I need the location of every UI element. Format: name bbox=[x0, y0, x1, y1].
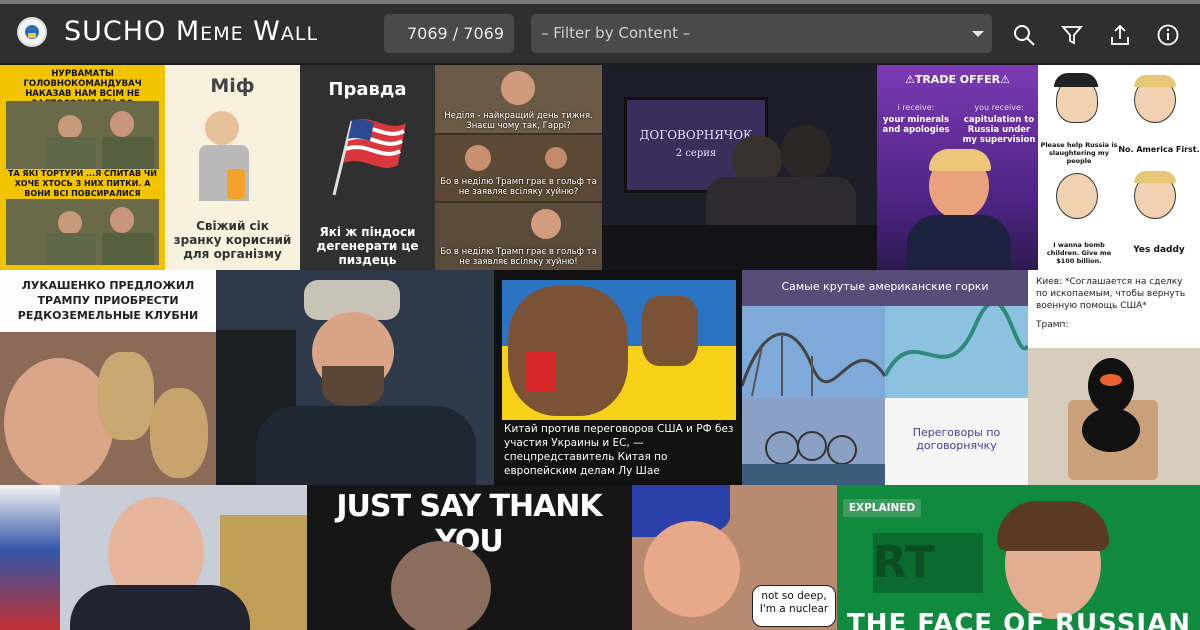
battery-icon bbox=[227, 169, 245, 199]
meme-tile[interactable]: Самые крутые американские горки Перегово… bbox=[742, 270, 1028, 485]
app-title: SUCHO Meme Wall bbox=[64, 16, 319, 47]
meme-tile[interactable] bbox=[0, 485, 307, 630]
meme-heading: ЛУКАШЕНКО ПРЕДЛОЖИЛ ТРАМПУ ПРИОБРЕСТИ РЕ… bbox=[17, 279, 199, 322]
meme-caption: Yes daddy bbox=[1133, 245, 1185, 255]
sucho-logo[interactable] bbox=[17, 17, 47, 47]
meme-heading: Міф bbox=[210, 75, 255, 97]
meme-caption: not so deep, I'm a nuclear bbox=[759, 590, 829, 615]
bear-figure bbox=[508, 286, 628, 416]
meme-tile[interactable]: Киев: *Соглашается на сделку по ископаем… bbox=[1028, 270, 1200, 485]
content-filter-select[interactable]: – Filter by Content – bbox=[531, 14, 992, 53]
person-figure bbox=[205, 111, 239, 145]
meme-heading: THE FACE OF RUSSIAN bbox=[847, 609, 1191, 630]
meme-wall: НУРВАМАТЫ ГОЛОВНОКОМАНДУВАЧ НАКАЗАВ НАМ … bbox=[0, 63, 1200, 630]
speech-bubble: not so deep, I'm a nuclear bbox=[752, 585, 836, 627]
meme-counter: 7069 / 7069 bbox=[384, 14, 514, 53]
meme-heading: Самые крутые американские горки bbox=[781, 280, 989, 293]
meme-caption: Трамп: bbox=[1036, 320, 1069, 330]
meme-caption: Переговоры по договорнячку bbox=[912, 426, 1001, 452]
potato-figure bbox=[98, 352, 154, 440]
meme-image bbox=[6, 199, 159, 265]
top-bar: SUCHO Meme Wall 7069 / 7069 – Filter by … bbox=[0, 0, 1200, 63]
meme-tile[interactable]: НУРВАМАТЫ ГОЛОВНОКОМАНДУВАЧ НАКАЗАВ НАМ … bbox=[0, 65, 165, 270]
meme-caption: Неділя - найкращий день тижня. Знаєш чом… bbox=[444, 111, 593, 131]
meme-caption: capitulation to Russia under my supervis… bbox=[962, 115, 1036, 145]
meme-tile[interactable] bbox=[216, 270, 494, 485]
meme-tile[interactable]: Китай против переговоров США и РФ без уч… bbox=[494, 270, 742, 485]
share-icon[interactable] bbox=[1108, 23, 1132, 47]
meme-tile[interactable]: ЛУКАШЕНКО ПРЕДЛОЖИЛ ТРАМПУ ПРИОБРЕСТИ РЕ… bbox=[0, 270, 216, 485]
meme-caption: Свіжий сік зранку корисний для організму bbox=[173, 219, 292, 261]
explained-badge: EXPLAINED bbox=[843, 499, 921, 517]
meme-tile[interactable]: Міф Свіжий сік зранку корисний для орган… bbox=[165, 65, 300, 270]
meme-caption: ТА ЯКІ ТОРТУРИ ...Я СПИТАВ ЧИ ХОЧЕ ХТОСЬ… bbox=[8, 169, 157, 198]
meme-heading: Правда bbox=[328, 79, 407, 100]
meme-tile[interactable]: Неділя - найкращий день тижня. Знаєш чом… bbox=[435, 65, 602, 270]
person-figure bbox=[391, 541, 491, 630]
meme-tile[interactable]: ДОГОВОРНЯЧОК 2 серия bbox=[602, 65, 877, 270]
meme-tile[interactable]: Please help Russia is slaughtering my pe… bbox=[1038, 65, 1200, 270]
meme-caption: Бо в неділю Трамп грає в гольф та не зая… bbox=[440, 247, 597, 267]
meme-tile[interactable]: not so deep, I'm a nuclear bbox=[632, 485, 837, 630]
meme-caption: you receive: bbox=[974, 103, 1024, 112]
meme-tile[interactable]: JUST SAY THANK YOU bbox=[307, 485, 632, 630]
russia-flag-icon bbox=[0, 485, 60, 630]
meme-caption: Які ж піндоси дегенерати це пиздець bbox=[316, 225, 419, 267]
penguin-figure bbox=[1088, 358, 1134, 414]
trade-offer-banner: ⚠TRADE OFFER⚠ bbox=[904, 73, 1011, 86]
info-icon[interactable] bbox=[1156, 23, 1180, 47]
meme-tile[interactable]: EXPLAINED RT THE FACE OF RUSSIAN bbox=[837, 485, 1200, 630]
meme-caption: your minerals and apologies bbox=[882, 115, 950, 135]
meme-tile[interactable]: Правда Які ж піндоси дегенерати це пизде… bbox=[300, 65, 435, 270]
filter-placeholder: – Filter by Content – bbox=[541, 24, 691, 42]
meme-caption: Киев: *Соглашается на сделку по ископаем… bbox=[1036, 277, 1186, 311]
meme-caption: Please help Russia is slaughtering my pe… bbox=[1040, 141, 1118, 165]
meme-caption: No. America First. bbox=[1118, 145, 1200, 154]
china-flag-icon bbox=[526, 352, 556, 392]
meme-caption: Китай против переговоров США и РФ без уч… bbox=[504, 423, 734, 477]
rt-logo: RT bbox=[873, 533, 983, 593]
person-figure bbox=[644, 521, 740, 617]
us-flag-icon bbox=[332, 119, 406, 196]
filter-icon[interactable] bbox=[1060, 23, 1084, 47]
meme-caption: I wanna bomb children. Give me $100 bill… bbox=[1046, 241, 1112, 265]
chevron-down-icon bbox=[972, 31, 984, 37]
meme-caption: Бо в неділю Трамп грає в гольф та не зая… bbox=[440, 177, 597, 197]
meme-tile[interactable]: ⚠TRADE OFFER⚠ i receive: your minerals a… bbox=[877, 65, 1038, 270]
meme-image bbox=[6, 101, 159, 169]
person-figure bbox=[4, 358, 114, 485]
meme-caption: i receive: bbox=[897, 103, 935, 112]
search-icon[interactable] bbox=[1012, 23, 1036, 47]
